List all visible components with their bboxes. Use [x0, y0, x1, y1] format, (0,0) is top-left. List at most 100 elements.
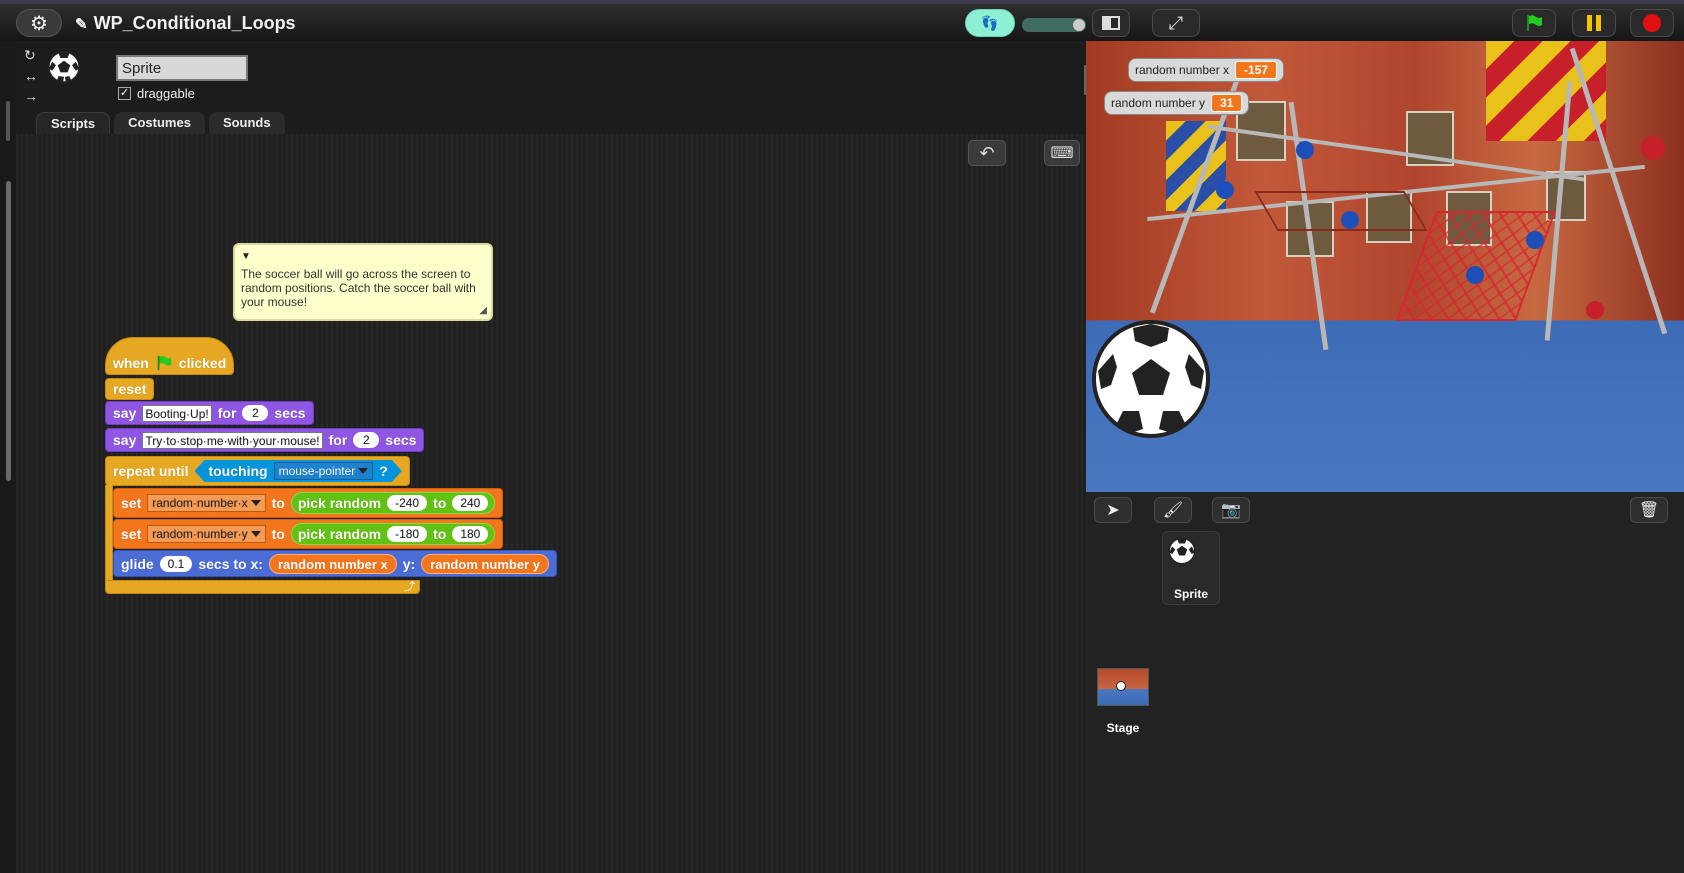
- sprite-corral-toolbar: ➤ 🖌 📷 🗑: [1086, 492, 1684, 528]
- variable-watcher-x[interactable]: random number x -157: [1128, 58, 1285, 82]
- reset-block[interactable]: reset: [105, 378, 155, 400]
- stage-size-button[interactable]: [1092, 9, 1130, 37]
- repeat-c-arm: [105, 485, 113, 584]
- watcher-value: 31: [1211, 94, 1243, 112]
- block-label: pick random: [297, 526, 382, 542]
- undo-button[interactable]: ↶: [968, 140, 1006, 166]
- no-rotate-icon[interactable]: →: [24, 88, 38, 104]
- palette-scroll[interactable]: [6, 101, 10, 141]
- soccer-ball-sprite[interactable]: [1091, 319, 1211, 439]
- stage-corral-label: Stage: [1106, 721, 1140, 735]
- block-label: secs to x:: [198, 555, 263, 572]
- random-from-input[interactable]: -240: [387, 495, 428, 511]
- tab-scripts[interactable]: Scripts: [36, 112, 111, 134]
- green-flag-button[interactable]: [1512, 9, 1556, 37]
- say-for-secs-block[interactable]: say Booting·Up! for 2 secs: [105, 401, 314, 425]
- variable-reporter-x[interactable]: random number x: [268, 553, 397, 574]
- variable-reporter-y[interactable]: random number y: [421, 553, 549, 574]
- pause-icon: [1587, 15, 1601, 31]
- collapse-arrow-icon[interactable]: ▼: [241, 251, 485, 262]
- draggable-label: draggable: [137, 86, 195, 101]
- watcher-label: random number x: [1135, 63, 1230, 77]
- loop-arrow-icon: ⤴: [404, 581, 415, 593]
- resize-handle-icon[interactable]: ◢: [479, 305, 487, 316]
- touching-predicate[interactable]: touching mouse-pointer ?: [194, 460, 401, 482]
- camera-sprite-button[interactable]: 📷: [1212, 497, 1250, 523]
- settings-button[interactable]: ⚙: [16, 9, 62, 37]
- joint-node: [1586, 301, 1604, 319]
- block-label: for: [328, 432, 348, 448]
- rotate-all-icon[interactable]: ↻: [24, 47, 38, 64]
- comment-text: The soccer ball will go across the scree…: [241, 267, 476, 309]
- block-label: to: [433, 526, 447, 542]
- keyboard-entry-button[interactable]: ⌨: [1044, 140, 1080, 166]
- sprite-name-field[interactable]: Sprite: [116, 55, 248, 81]
- fullscreen-button[interactable]: ⤢: [1152, 9, 1200, 37]
- project-title-text: WP_Conditional_Loops: [93, 13, 296, 33]
- say-text-input[interactable]: Try·to·stop·me·with·your·mouse!: [142, 431, 323, 449]
- sprite-thumbnail-icon: [1168, 537, 1196, 565]
- tab-costumes[interactable]: Costumes: [114, 112, 205, 134]
- watcher-label: random number y: [1111, 96, 1206, 110]
- project-title: ✎ WP_Conditional_Loops: [75, 13, 296, 34]
- pick-random-reporter[interactable]: pick random -240 to 240: [290, 492, 496, 514]
- script-comment[interactable]: ▼ The soccer ball will go across the scr…: [233, 243, 493, 321]
- joint-node: [1526, 231, 1544, 249]
- random-from-input[interactable]: -180: [387, 526, 428, 542]
- random-to-input[interactable]: 180: [452, 526, 489, 542]
- block-label: secs: [385, 432, 417, 448]
- set-variable-block[interactable]: set random·number·y to pick random -180 …: [113, 519, 504, 549]
- block-label: to: [433, 495, 447, 511]
- block-label: ?: [379, 463, 388, 479]
- say-text-input[interactable]: Booting·Up!: [142, 404, 212, 422]
- draggable-checkbox[interactable]: ✓: [118, 87, 131, 100]
- pick-random-reporter[interactable]: pick random -180 to 180: [290, 523, 496, 545]
- normal-stage-icon: [1102, 16, 1120, 30]
- repeat-until-block[interactable]: repeat until touching mouse-pointer ?: [105, 456, 410, 486]
- block-label: set: [121, 526, 142, 542]
- brush-icon: 🖌: [1162, 502, 1184, 519]
- joint-node: [1466, 266, 1484, 284]
- random-to-input[interactable]: 240: [452, 495, 489, 511]
- say-for-secs-block[interactable]: say Try·to·stop·me·with·your·mouse! for …: [105, 428, 425, 452]
- secs-input[interactable]: 2: [353, 432, 380, 448]
- speed-slider[interactable]: [1022, 18, 1086, 32]
- variable-dropdown[interactable]: random·number·x: [147, 494, 266, 512]
- block-label: to: [271, 495, 285, 511]
- slider-knob[interactable]: [1073, 19, 1085, 31]
- pencil-icon: ✎: [75, 15, 88, 33]
- set-variable-block[interactable]: set random·number·x to pick random -240 …: [113, 488, 504, 518]
- tab-sounds[interactable]: Sounds: [208, 112, 285, 134]
- editor-tabs: Scripts Costumes Sounds: [36, 112, 285, 134]
- variable-dropdown[interactable]: random·number·y: [147, 525, 266, 543]
- left-right-icon[interactable]: ↔: [24, 68, 38, 84]
- touching-target-dropdown[interactable]: mouse-pointer: [274, 462, 374, 480]
- green-flag-icon: [1527, 15, 1542, 31]
- when-flag-clicked-block[interactable]: when clicked: [105, 337, 235, 375]
- block-label: when: [113, 355, 149, 371]
- climbing-net: [1254, 191, 1428, 231]
- draggable-option[interactable]: ✓ draggable: [118, 86, 195, 101]
- stage-thumbnail[interactable]: [1097, 668, 1149, 706]
- camera-icon: 📷: [1221, 502, 1241, 519]
- secs-input[interactable]: 2: [242, 405, 269, 421]
- paint-new-sprite-button[interactable]: 🖌: [1154, 497, 1192, 523]
- glide-block[interactable]: glide 0.1 secs to x: random number x y: …: [113, 550, 557, 577]
- chevron-down-icon: [250, 500, 261, 506]
- pause-button[interactable]: [1572, 9, 1616, 37]
- repeat-c-bottom: ⤴: [105, 580, 420, 594]
- joint-node: [1641, 136, 1665, 160]
- block-label: glide: [121, 555, 154, 572]
- stop-button[interactable]: [1630, 9, 1674, 37]
- chevron-down-icon: [250, 531, 261, 537]
- glide-secs-input[interactable]: 0.1: [159, 555, 193, 572]
- block-label: repeat until: [113, 463, 189, 479]
- expand-icon: ⤢: [1168, 12, 1184, 33]
- variable-watcher-y[interactable]: random number y 31: [1104, 91, 1250, 115]
- turbo-mode-button[interactable]: 👣: [965, 9, 1015, 37]
- joint-node: [1216, 181, 1234, 199]
- joint-node: [1296, 141, 1314, 159]
- palette-scrollbar[interactable]: [6, 181, 11, 481]
- add-turtle-sprite-button[interactable]: ➤: [1094, 497, 1132, 523]
- trash-button[interactable]: 🗑: [1630, 497, 1668, 523]
